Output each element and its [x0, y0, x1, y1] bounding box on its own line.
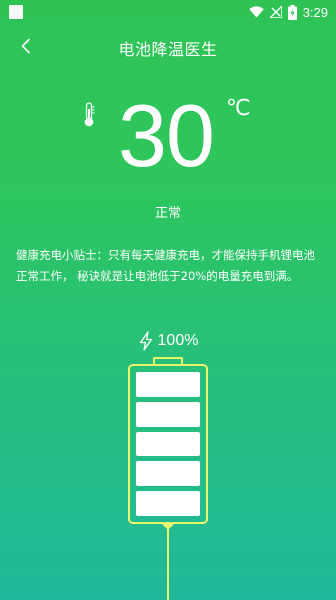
temperature-display: 30 ℃ [0, 88, 336, 188]
battery-cell [136, 431, 200, 457]
status-icons: 3:29 [248, 3, 328, 21]
temperature-unit: ℃ [226, 96, 251, 121]
thermometer-icon [84, 102, 95, 127]
notification-icon [9, 5, 23, 19]
status-time: 3:29 [302, 4, 328, 20]
battery-status-icon [287, 4, 297, 20]
battery-cell [136, 461, 200, 487]
battery-cell [136, 491, 200, 516]
battery-graphic [128, 357, 208, 527]
battery-body [128, 364, 208, 524]
page-title: 电池降温医生 [118, 40, 218, 59]
battery-cell [136, 372, 200, 397]
temperature-value: 30 [118, 86, 215, 185]
charge-indicator: 100% [0, 330, 336, 352]
wifi-icon [248, 6, 264, 18]
battery-cell [136, 401, 200, 427]
charge-percent: 100% [157, 332, 199, 349]
status-bar: 3:29 [0, 0, 336, 24]
charging-tip: 健康充电小贴士：只有每天健康充电，才能保持手机锂电池正常工作， 秘诀就是让电池低… [16, 248, 315, 283]
temperature-status: 正常 [154, 206, 181, 221]
app-bar: 电池降温医生 [0, 24, 336, 68]
lightning-icon [139, 331, 152, 351]
signal-icon [269, 6, 282, 18]
charging-cable [162, 524, 174, 600]
cable-line [167, 529, 169, 600]
